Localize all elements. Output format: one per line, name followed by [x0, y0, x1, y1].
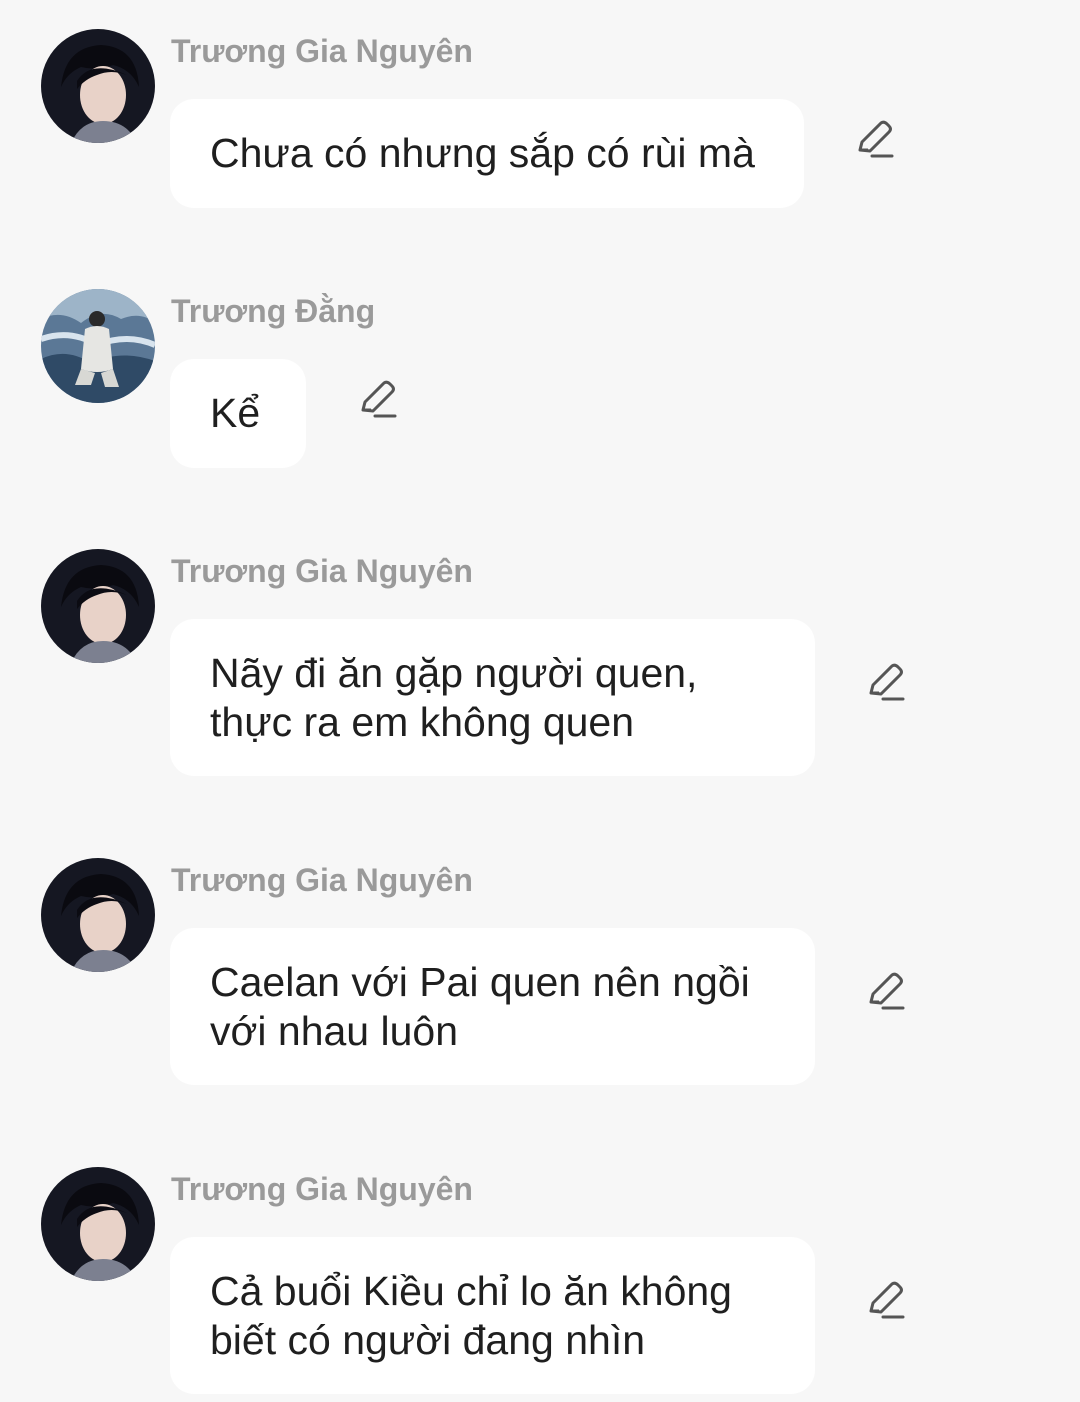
sender-avatar[interactable]: [41, 858, 155, 972]
edit-pencil-icon[interactable]: [357, 380, 397, 420]
edit-pencil-icon[interactable]: [865, 1281, 905, 1321]
message-bubble[interactable]: Cả buổi Kiều chỉ lo ăn không biết có ngư…: [170, 1237, 815, 1394]
portrait-dark-avatar: [41, 549, 155, 663]
edit-pencil-icon[interactable]: [865, 972, 905, 1012]
sender-name: Trương Gia Nguyên: [171, 553, 473, 589]
portrait-dark-avatar: [41, 1167, 155, 1281]
portrait-dark-avatar: [41, 29, 155, 143]
sender-avatar[interactable]: [41, 1167, 155, 1281]
edit-pencil-icon[interactable]: [854, 120, 894, 160]
message-bubble[interactable]: Caelan với Pai quen nên ngồi với nhau lu…: [170, 928, 815, 1085]
sender-name: Trương Gia Nguyên: [171, 33, 473, 69]
sender-name: Trương Đằng: [171, 293, 376, 329]
portrait-dark-avatar: [41, 858, 155, 972]
message-bubble[interactable]: Kể: [170, 359, 306, 468]
message-bubble[interactable]: Nãy đi ăn gặp người quen, thực ra em khô…: [170, 619, 815, 776]
sender-avatar[interactable]: [41, 289, 155, 403]
sender-avatar[interactable]: [41, 29, 155, 143]
message-bubble[interactable]: Chưa có nhưng sắp có rùi mà: [170, 99, 804, 208]
portrait-sea-avatar: [41, 289, 155, 403]
chat-thread: Trương Gia Nguyên Chưa có nhưng sắp có r…: [0, 0, 1080, 1402]
sender-name: Trương Gia Nguyên: [171, 1171, 473, 1207]
sender-avatar[interactable]: [41, 549, 155, 663]
edit-pencil-icon[interactable]: [865, 663, 905, 703]
sender-name: Trương Gia Nguyên: [171, 862, 473, 898]
